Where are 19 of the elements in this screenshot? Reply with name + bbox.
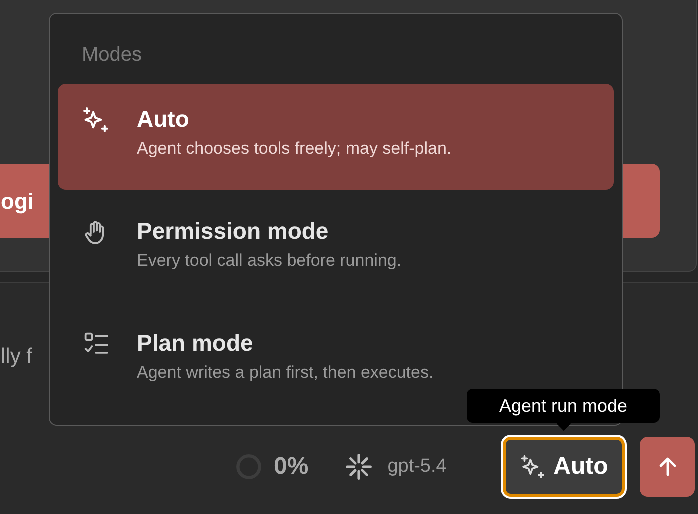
mode-option[interactable]: Plan mode Agent writes a plan first, then executes. <box>58 308 614 388</box>
model-label[interactable]: gpt-5.4 <box>388 452 447 482</box>
tooltip: Agent run mode <box>467 389 660 429</box>
option-title: Plan mode <box>137 329 254 358</box>
sparkle-icon <box>82 106 110 134</box>
mode-option[interactable]: Permission mode Every tool call asks before running. <box>58 196 614 276</box>
mode-option[interactable]: Auto Agent chooses tools freely; may self-plan. <box>58 84 614 190</box>
menu-heading: Modes <box>81 43 144 68</box>
sparkle-icon <box>520 454 546 480</box>
message-text: lly f <box>1 344 32 370</box>
send-button[interactable] <box>640 437 695 497</box>
context-usage: 0% <box>274 452 309 482</box>
option-description: Agent chooses tools freely; may self-plan. <box>137 138 452 160</box>
option-description: Agent writes a plan first, then executes. <box>137 362 434 384</box>
option-title: Permission mode <box>137 217 330 246</box>
spinner-icon <box>344 453 373 481</box>
mode-button[interactable]: Auto <box>503 437 625 497</box>
option-description: Every tool call asks before running. <box>137 250 402 272</box>
option-title: Auto <box>137 105 190 134</box>
